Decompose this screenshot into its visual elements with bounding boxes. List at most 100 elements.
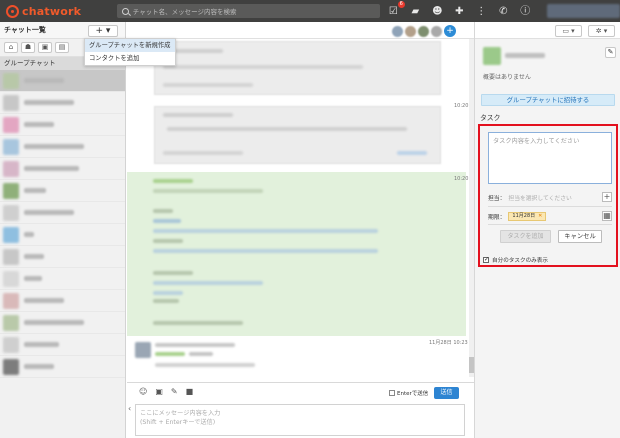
edit-icon[interactable]: ✎: [605, 47, 616, 58]
contacts-icon[interactable]: ☻: [432, 6, 443, 17]
chat-timeline: 10:20 10:20 11月28日 10:23: [127, 39, 474, 377]
logo[interactable]: chatwork: [6, 4, 117, 18]
assignee-select[interactable]: 担当を選択してください: [508, 193, 602, 202]
message-link[interactable]: [153, 219, 181, 223]
message-link[interactable]: [153, 281, 263, 285]
assignee-row: 担当： 担当を選択してください +: [488, 192, 612, 202]
message-link[interactable]: [153, 249, 378, 253]
task-section-title: タスク: [480, 114, 501, 122]
message-text: [163, 151, 243, 155]
message-timestamp: 11月28日 10:23: [429, 340, 468, 346]
message-text: [153, 321, 243, 325]
enter-to-send-label: Enterで送信: [397, 391, 429, 397]
settings-button[interactable]: ✲ ▾: [588, 25, 615, 37]
user-menu[interactable]: [546, 4, 620, 18]
sidebar-room-item[interactable]: [0, 92, 125, 114]
message-link[interactable]: [397, 151, 427, 155]
add-contact-item[interactable]: コンタクトを追加: [85, 52, 175, 65]
to-icon[interactable]: ▣: [155, 387, 163, 396]
room-avatar: [3, 182, 19, 199]
chat-list-title: チャット一覧: [4, 26, 46, 34]
notification-badge: 6: [397, 0, 405, 8]
files-button[interactable]: ▭ ▾: [555, 25, 582, 37]
dm-icon[interactable]: ▣: [38, 42, 52, 53]
cancel-button[interactable]: キャンセル: [558, 230, 602, 243]
create-group-chat-item[interactable]: グループチャットを新規作成: [85, 39, 175, 52]
message-text: [153, 271, 193, 275]
logo-text: chatwork: [22, 4, 82, 18]
message-link[interactable]: [153, 291, 183, 295]
room-name: [24, 122, 54, 127]
video-call-icon[interactable]: ■: [186, 387, 194, 396]
sidebar-room-item[interactable]: [0, 268, 125, 290]
room-avatar: [3, 72, 19, 89]
room-avatar: [3, 292, 19, 309]
phone-icon[interactable]: ✆: [498, 6, 509, 17]
clear-date-icon[interactable]: ✕: [538, 213, 542, 219]
collapse-sidebar-icon[interactable]: ‹: [128, 404, 131, 413]
sidebar-room-item[interactable]: [0, 334, 125, 356]
add-chat-dropdown: グループチャットを新規作成 コンタクトを追加: [84, 38, 176, 66]
attachment-icon[interactable]: ✎: [171, 387, 178, 396]
room-avatar: [3, 204, 19, 221]
sidebar-room-item[interactable]: [0, 136, 125, 158]
add-task-button[interactable]: タスクを追加: [500, 230, 551, 243]
search-input[interactable]: チャット名、メッセージ内容を検索: [116, 4, 380, 18]
add-assignee-icon[interactable]: +: [602, 192, 612, 202]
folder-icon[interactable]: ▰: [410, 6, 421, 17]
sidebar-room-item[interactable]: [0, 70, 125, 92]
member-avatars[interactable]: +: [392, 25, 456, 37]
room-name: [24, 188, 46, 193]
home-icon[interactable]: ⌂: [4, 42, 18, 53]
info-icon[interactable]: ⓘ: [520, 6, 531, 17]
checkbox[interactable]: [389, 390, 395, 396]
search-placeholder: チャット名、メッセージ内容を検索: [132, 8, 237, 16]
search-icon: [121, 7, 129, 15]
sidebar-room-item[interactable]: [0, 224, 125, 246]
task-placeholder: タスク内容を入力してください: [493, 138, 580, 145]
apps-grid-icon[interactable]: ⋮: [476, 6, 487, 17]
task-content-input[interactable]: タスク内容を入力してください: [488, 132, 612, 184]
calendar-icon[interactable]: ▦: [602, 211, 612, 221]
due-date-chip[interactable]: 11月28日 ✕: [508, 211, 547, 221]
sidebar-room-item[interactable]: [0, 202, 125, 224]
enter-to-send-checkbox[interactable]: Enterで送信: [389, 389, 428, 397]
top-icons: ☑ 6 ▰ ☻ ✚ ⋮ ✆ ⓘ: [388, 0, 531, 17]
my-tasks-only-checkbox[interactable]: 自分のタスクのみ表示: [483, 256, 548, 264]
task-checkbox-icon[interactable]: ☑ 6: [388, 0, 405, 17]
message-input[interactable]: ここにメッセージ内容を入力 (Shift + Enterキーで送信): [135, 404, 465, 436]
sidebar-room-item[interactable]: [0, 180, 125, 202]
room-list: [0, 70, 125, 378]
checkbox[interactable]: [483, 256, 489, 263]
top-bar: chatwork チャット名、メッセージ内容を検索 ☑ 6 ▰ ☻ ✚ ⋮ ✆ ⓘ: [0, 0, 620, 22]
right-panel-toolbar: ▭ ▾ ✲ ▾: [475, 22, 620, 39]
highlighted-message: [127, 172, 466, 336]
message-text: [153, 299, 179, 303]
sidebar-room-item[interactable]: [0, 114, 125, 136]
sidebar-room-item[interactable]: [0, 158, 125, 180]
sidebar-room-item[interactable]: [0, 356, 125, 378]
sidebar-room-item[interactable]: [0, 290, 125, 312]
room-avatar: [3, 358, 19, 375]
right-panel: ▭ ▾ ✲ ▾ ✎ 概要はありません グループチャットに招待する タスク タスク…: [474, 22, 620, 438]
room-avatar: [3, 94, 19, 111]
send-button[interactable]: 送信: [434, 387, 459, 399]
task-icon[interactable]: ▤: [55, 42, 69, 53]
message-placeholder-hint: (Shift + Enterキーで送信): [140, 419, 216, 426]
add-contact-icon[interactable]: ✚: [454, 6, 465, 17]
assignee-label: 担当：: [488, 195, 506, 202]
sidebar-room-item[interactable]: [0, 246, 125, 268]
message-link[interactable]: [153, 229, 378, 233]
add-chat-button[interactable]: + ▾: [88, 25, 118, 37]
group-icon[interactable]: ☗: [21, 42, 35, 53]
invite-button[interactable]: グループチャットに招待する: [481, 94, 615, 106]
emoji-icon[interactable]: ☺: [139, 387, 147, 396]
message-text: [163, 113, 233, 117]
message-placeholder: ここにメッセージ内容を入力: [140, 410, 221, 417]
room-name: [24, 232, 34, 237]
add-member-icon[interactable]: +: [444, 25, 456, 37]
message-text: [163, 65, 363, 69]
avatar: [405, 25, 416, 37]
room-avatar: [3, 270, 19, 287]
sidebar-room-item[interactable]: [0, 312, 125, 334]
